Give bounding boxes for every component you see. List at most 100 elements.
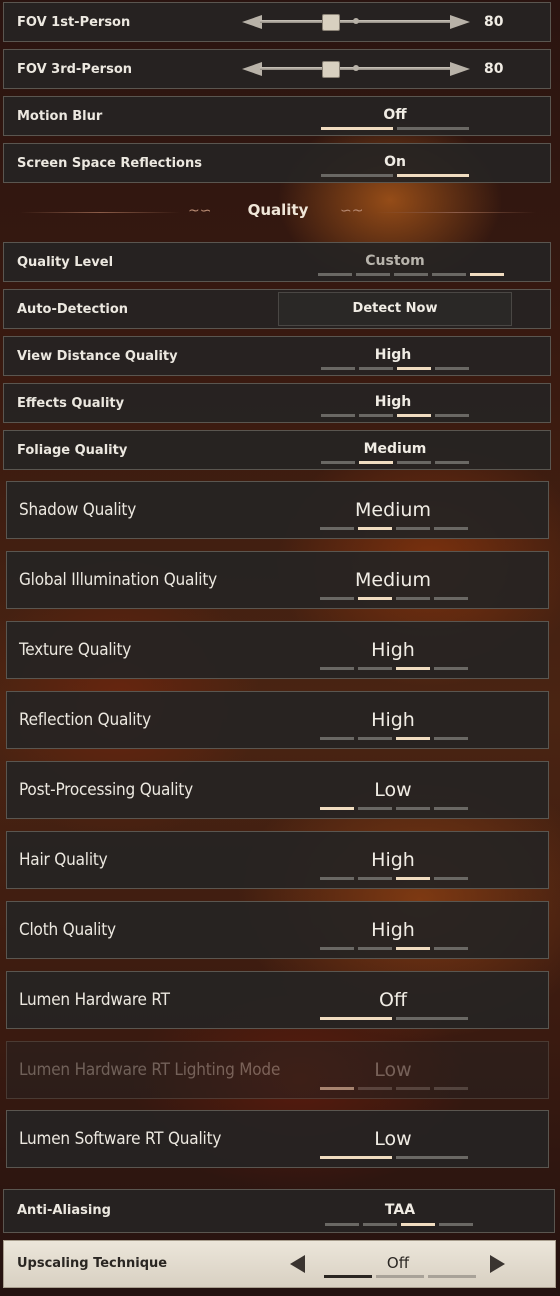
- setting-auto-detection: Auto-Detection Detect Now: [3, 289, 551, 329]
- level-bar: [321, 367, 355, 370]
- level-bar: [320, 737, 354, 740]
- setting-foliage-quality[interactable]: Foliage Quality Medium: [3, 430, 551, 470]
- setting-effects-quality[interactable]: Effects Quality High: [3, 383, 551, 423]
- foliage-label: Foliage Quality: [17, 443, 128, 458]
- setting-shadow-quality[interactable]: Shadow Quality Medium: [6, 481, 549, 539]
- setting-view-distance-quality[interactable]: View Distance Quality High: [3, 336, 551, 376]
- shadow-value: Medium: [355, 499, 431, 521]
- post-processing-level-bars: [320, 807, 468, 810]
- view-distance-value: High: [374, 347, 412, 363]
- level-bar: [397, 461, 431, 464]
- slider-right-cap-icon: [450, 62, 470, 76]
- setting-quality-level[interactable]: Quality Level Custom: [3, 242, 551, 282]
- anti-aliasing-label: Anti-Aliasing: [17, 1203, 111, 1218]
- detect-now-button[interactable]: Detect Now: [278, 292, 512, 326]
- shadow-label: Shadow Quality: [19, 500, 137, 520]
- level-bar: [376, 1275, 424, 1278]
- quality-section-header: ~∽ Quality ∽~: [0, 196, 556, 230]
- level-bar: [358, 1087, 392, 1090]
- hair-label: Hair Quality: [19, 850, 108, 870]
- effects-label: Effects Quality: [17, 396, 125, 411]
- fov-1st-person-label: FOV 1st-Person: [17, 15, 131, 30]
- level-bar: [396, 1017, 468, 1020]
- level-bar: [434, 667, 468, 670]
- level-bar: [358, 807, 392, 810]
- level-bar-selected: [397, 367, 431, 370]
- reflection-level-bars: [320, 737, 468, 740]
- gi-value: Medium: [355, 569, 431, 591]
- lumen-hw-rt-lighting-level-bars: [320, 1087, 468, 1090]
- level-bar: [435, 367, 469, 370]
- ssr-value: On: [384, 154, 406, 170]
- slider-center-mark: [353, 65, 359, 71]
- arrow-right-icon[interactable]: [490, 1255, 505, 1273]
- level-bar: [320, 947, 354, 950]
- motion-blur-level-bars: [321, 127, 469, 130]
- lumen-sw-rt-label: Lumen Software RT Quality: [19, 1129, 222, 1149]
- level-bar: [359, 414, 393, 417]
- quality-section-title: Quality: [247, 201, 309, 219]
- motion-blur-label: Motion Blur: [17, 109, 103, 124]
- setting-reflection-quality[interactable]: Reflection Quality High: [6, 691, 549, 749]
- setting-fov-1st-person[interactable]: FOV 1st-Person 80: [3, 2, 551, 42]
- level-bar: [356, 273, 390, 276]
- setting-upscaling-technique[interactable]: Upscaling Technique Off: [3, 1240, 556, 1288]
- effects-value: High: [374, 394, 412, 410]
- quality-level-level-bars: [318, 273, 504, 276]
- lumen-hw-rt-lighting-label: Lumen Hardware RT Lighting Mode: [19, 1060, 281, 1080]
- fov-1st-person-slider[interactable]: [242, 11, 470, 33]
- level-bar: [358, 737, 392, 740]
- setting-global-illumination-quality[interactable]: Global Illumination Quality Medium: [6, 551, 549, 609]
- view-distance-label: View Distance Quality: [17, 349, 178, 364]
- slider-left-cap-icon: [242, 15, 262, 29]
- setting-hair-quality[interactable]: Hair Quality High: [6, 831, 549, 889]
- setting-cloth-quality[interactable]: Cloth Quality High: [6, 901, 549, 959]
- level-bar: [434, 737, 468, 740]
- level-bar: [439, 1223, 473, 1226]
- setting-fov-3rd-person[interactable]: FOV 3rd-Person 80: [3, 49, 551, 89]
- level-bar: [320, 597, 354, 600]
- level-bar-selected: [324, 1275, 372, 1278]
- arrow-left-icon[interactable]: [290, 1255, 305, 1273]
- lumen-hw-rt-lighting-value: Low: [374, 1059, 412, 1081]
- slider-handle[interactable]: [322, 61, 340, 78]
- setting-lumen-software-rt-quality[interactable]: Lumen Software RT Quality Low: [6, 1110, 549, 1168]
- setting-lumen-hardware-rt[interactable]: Lumen Hardware RT Off: [6, 971, 549, 1029]
- level-bar-selected: [397, 414, 431, 417]
- level-bar-selected: [396, 877, 430, 880]
- setting-anti-aliasing[interactable]: Anti-Aliasing TAA: [3, 1189, 555, 1233]
- level-bar: [394, 273, 428, 276]
- level-bar: [358, 947, 392, 950]
- setting-motion-blur[interactable]: Motion Blur Off: [3, 96, 551, 136]
- fov-3rd-person-slider[interactable]: [242, 58, 470, 80]
- upscaling-level-bars: [324, 1275, 476, 1278]
- anti-aliasing-value: TAA: [384, 1202, 416, 1218]
- setting-texture-quality[interactable]: Texture Quality High: [6, 621, 549, 679]
- ssr-level-bars: [321, 174, 469, 177]
- texture-label: Texture Quality: [19, 640, 132, 660]
- reflection-value: High: [371, 709, 415, 731]
- level-bar: [320, 667, 354, 670]
- upscaling-value: Off: [386, 1254, 410, 1272]
- lumen-hw-rt-level-bars: [320, 1017, 468, 1020]
- foliage-value: Medium: [363, 441, 427, 457]
- level-bar: [434, 597, 468, 600]
- level-bar: [396, 1087, 430, 1090]
- slider-handle[interactable]: [322, 14, 340, 31]
- foliage-level-bars: [321, 461, 469, 464]
- level-bar: [321, 414, 355, 417]
- level-bar: [396, 597, 430, 600]
- setting-screen-space-reflections[interactable]: Screen Space Reflections On: [3, 143, 551, 183]
- setting-post-processing-quality[interactable]: Post-Processing Quality Low: [6, 761, 549, 819]
- texture-level-bars: [320, 667, 468, 670]
- setting-lumen-hardware-rt-lighting-mode: Lumen Hardware RT Lighting Mode Low: [6, 1041, 549, 1099]
- level-bar-selected: [359, 461, 393, 464]
- level-bar-selected: [320, 1156, 392, 1159]
- level-bar: [363, 1223, 397, 1226]
- effects-level-bars: [321, 414, 469, 417]
- lumen-hw-rt-label: Lumen Hardware RT: [19, 990, 170, 1010]
- level-bar-selected: [320, 1087, 354, 1090]
- level-bar-selected: [396, 667, 430, 670]
- level-bar: [396, 1156, 468, 1159]
- level-bar-selected: [358, 597, 392, 600]
